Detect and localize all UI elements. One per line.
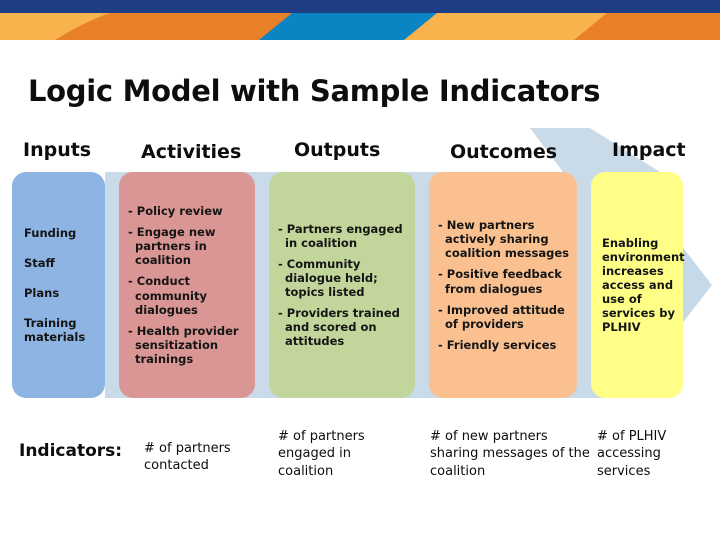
- column-header-activities: Activities: [141, 141, 242, 163]
- column-header-outputs: Outputs: [294, 139, 381, 161]
- list-item: - Community dialogue held; topics listed: [278, 256, 378, 299]
- box-inputs: Funding Staff Plans Training materials: [12, 172, 105, 398]
- column-header-outcomes: Outcomes: [450, 141, 558, 163]
- list-item: - Engage new partners in coalition: [128, 225, 216, 268]
- list-item: - Improved attitude of providers: [438, 302, 565, 331]
- list-item: - Conduct community dialogues: [128, 274, 207, 317]
- page-title: Logic Model with Sample Indicators: [28, 74, 601, 108]
- list-item: - Providers trained and scored on attitu…: [278, 306, 400, 349]
- list-item: - Policy review: [128, 204, 223, 219]
- decorative-top-banner: [0, 0, 720, 46]
- list-item: - Partners engaged in coalition: [278, 221, 403, 250]
- logic-model-boxes: Funding Staff Plans Training materials -…: [0, 172, 720, 398]
- banner-graphic: [0, 0, 720, 46]
- list-item: Funding: [24, 225, 77, 240]
- box-impact: Enabling environment increases access an…: [591, 172, 685, 398]
- indicator-outputs: # of new partners sharing messages of th…: [430, 429, 590, 479]
- column-header-inputs: Inputs: [23, 139, 92, 161]
- box-outputs: - Partners engaged in coalition - Commun…: [269, 172, 415, 398]
- list-item: - Positive feedback from dialogues: [438, 267, 562, 296]
- list-item: - Health provider sensitization training…: [128, 323, 239, 366]
- banner-navy-stripe: [0, 0, 720, 13]
- list-item: Enabling environment increases access an…: [602, 235, 685, 335]
- box-outcomes: - New partners actively sharing coalitio…: [429, 172, 577, 398]
- list-item: Training materials: [24, 316, 86, 345]
- column-headers: Inputs Activities Outputs Outcomes Impac…: [0, 136, 720, 168]
- list-item: Staff: [24, 255, 55, 270]
- indicators-label: Indicators:: [19, 441, 123, 461]
- list-item: Plans: [24, 285, 60, 300]
- box-activities: - Policy review - Engage new partners in…: [119, 172, 255, 398]
- indicator-inputs: # of partners contacted: [144, 441, 231, 474]
- banner-base: [0, 40, 720, 46]
- indicator-activities: # of partners engaged in coalition: [278, 429, 365, 479]
- indicator-outcomes: # of PLHIV accessing services: [597, 429, 667, 479]
- list-item: - Friendly services: [438, 337, 557, 352]
- column-header-impact: Impact: [612, 139, 686, 161]
- list-item: - New partners actively sharing coalitio…: [438, 218, 570, 261]
- indicators-row: Indicators: # of partners contacted # of…: [0, 420, 720, 500]
